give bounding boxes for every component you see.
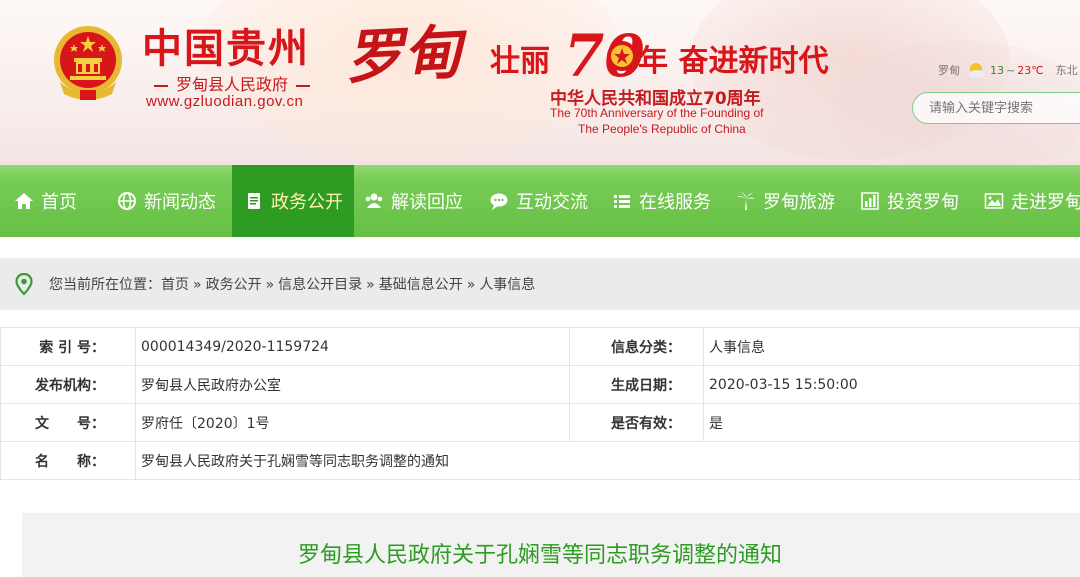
doc-number-value: 罗府任〔2020〕1号	[135, 403, 570, 442]
nav-item-interaction[interactable]: 互动交流	[489, 165, 588, 237]
site-subtitle: 罗甸县人民政府	[146, 71, 318, 95]
table-row: 发布机构： 罗甸县人民政府办公室 生成日期： 2020-03-15 15:50:…	[0, 365, 1080, 404]
weather-low: 13	[990, 63, 1004, 77]
county-calligraphy: 罗甸	[343, 18, 463, 92]
nav-item-label: 投资罗甸	[887, 192, 959, 213]
breadcrumb-prefix: 您当前所在位置：	[49, 277, 161, 293]
breadcrumb-link-basic-info[interactable]: 基础信息公开	[379, 277, 463, 293]
nav-item-label: 首页	[41, 192, 77, 213]
breadcrumb-trail: 您当前所在位置：首页» 政务公开» 信息公开目录» 基础信息公开» 人事信息	[49, 274, 535, 294]
nav-item-about[interactable]: 走进罗甸	[984, 165, 1080, 237]
nav-item-label: 政务公开	[271, 192, 343, 213]
date-label: 生成日期：	[569, 365, 704, 404]
list-icon	[614, 195, 630, 208]
location-pin-icon	[15, 273, 33, 295]
anniversary-en-line1: The 70th Anniversary of the Founding of	[550, 106, 764, 120]
index-label: 索 引 号：	[0, 327, 136, 366]
valid-value: 是	[703, 403, 1080, 442]
picture-icon	[984, 193, 1004, 209]
nav-item-interpretation[interactable]: 解读回应	[364, 165, 463, 237]
nav-item-tourism[interactable]: 罗甸旅游	[736, 165, 835, 237]
publisher-label: 发布机构：	[0, 365, 136, 404]
weather-high: 23℃	[1017, 63, 1044, 77]
weather-separator: ~	[1006, 63, 1016, 77]
valid-label: 是否有效：	[569, 403, 704, 442]
nav-item-home[interactable]: 首页	[14, 165, 77, 237]
site-subtitle-text: 罗甸县人民政府	[176, 75, 289, 94]
home-icon	[15, 193, 33, 209]
weather-city: 罗甸	[938, 64, 960, 77]
bar-chart-icon	[861, 192, 879, 210]
table-row: 文 号： 罗府任〔2020〕1号 是否有效： 是	[0, 403, 1080, 442]
nav-item-online-service[interactable]: 在线服务	[612, 165, 711, 237]
category-label: 信息分类：	[569, 327, 704, 366]
table-row: 索 引 号： 000014349/2020-1159724 信息分类： 人事信息	[0, 327, 1080, 366]
index-value: 000014349/2020-1159724	[135, 327, 570, 366]
doc-number-label: 文 号：	[0, 403, 136, 442]
divider	[154, 84, 168, 87]
main-nav: 首页 新闻动态 政务公开 解读回应 互动交流 在线服务 罗甸旅游 投资罗甸 走进…	[0, 165, 1080, 237]
article-title: 罗甸县人民政府关于孔娴雪等同志职务调整的通知	[297, 543, 782, 568]
publisher-value: 罗甸县人民政府办公室	[135, 365, 570, 404]
breadcrumb-link-personnel[interactable]: 人事信息	[479, 277, 535, 293]
nav-item-label: 解读回应	[391, 192, 463, 213]
search-input[interactable]	[912, 92, 1080, 124]
slogan-part1: 壮丽	[490, 44, 550, 79]
nav-item-label: 新闻动态	[144, 192, 216, 213]
nav-item-label: 罗甸旅游	[763, 192, 835, 213]
nav-item-investment[interactable]: 投资罗甸	[860, 165, 959, 237]
document-icon	[248, 193, 260, 209]
table-row: 名 称： 罗甸县人民政府关于孔娴雪等同志职务调整的通知	[0, 441, 1080, 480]
slogan-part2: 年 奋进新时代	[638, 44, 829, 79]
breadcrumb-link-gov-affairs[interactable]: 政务公开	[206, 277, 262, 293]
article-container: 罗甸县人民政府关于孔娴雪等同志职务调整的通知	[22, 513, 1080, 577]
date-value: 2020-03-15 15:50:00	[703, 365, 1080, 404]
breadcrumb-separator: »	[466, 277, 476, 293]
divider	[296, 84, 311, 87]
national-emblem-icon	[54, 26, 122, 100]
palm-tree-icon	[737, 192, 755, 210]
weather-widget: 罗甸 13 ~ 23℃ 东北	[938, 60, 1078, 80]
breadcrumb-link-home[interactable]: 首页	[161, 277, 189, 293]
nav-item-gov-affairs[interactable]: 政务公开	[232, 165, 354, 237]
chat-icon	[490, 193, 508, 210]
breadcrumb-link-catalog[interactable]: 信息公开目录	[278, 277, 362, 293]
breadcrumb-separator: »	[265, 277, 275, 293]
breadcrumb-separator: »	[366, 277, 375, 293]
nav-item-news[interactable]: 新闻动态	[117, 165, 216, 237]
nav-item-label: 互动交流	[516, 192, 588, 213]
name-label: 名 称：	[0, 441, 136, 480]
site-title: 中国贵州	[142, 25, 310, 72]
seventy-logo-icon: 70	[564, 24, 645, 84]
breadcrumb: 您当前所在位置：首页» 政务公开» 信息公开目录» 基础信息公开» 人事信息	[0, 258, 1080, 310]
breadcrumb-separator: »	[193, 277, 202, 293]
site-header: 中国贵州 罗甸 罗甸县人民政府 www.gzluodian.gov.cn 壮丽 …	[0, 0, 1080, 165]
name-value: 罗甸县人民政府关于孔娴雪等同志职务调整的通知	[135, 441, 1080, 480]
sunny-cloud-icon	[969, 63, 985, 78]
document-info-table: 索 引 号： 000014349/2020-1159724 信息分类： 人事信息…	[0, 327, 1080, 480]
weather-next-city: 东北	[1055, 64, 1078, 77]
site-url: www.gzluodian.gov.cn	[146, 93, 304, 110]
category-value: 人事信息	[703, 327, 1080, 366]
globe-icon	[118, 192, 136, 210]
nav-item-label: 走进罗甸	[1011, 192, 1080, 213]
nav-item-label: 在线服务	[639, 192, 711, 213]
people-icon	[365, 193, 383, 208]
anniversary-en-line2: The People's Republic of China	[578, 122, 746, 136]
